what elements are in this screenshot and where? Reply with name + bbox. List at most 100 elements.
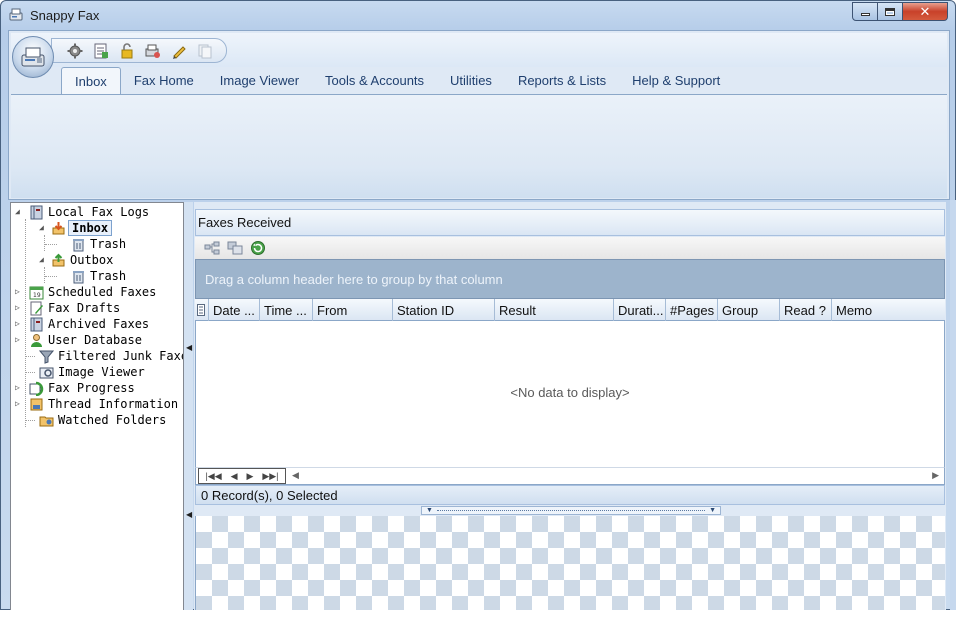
collapse-left-icon[interactable]: ◀ — [186, 510, 192, 519]
thread-icon — [29, 397, 44, 412]
tree-item-fax-progress[interactable]: ▷ Fax Progress — [15, 380, 135, 396]
chevron-down-icon: ▼ — [426, 507, 433, 514]
grid-body[interactable]: <No data to display> — [195, 321, 945, 467]
tree-item-label: Scheduled Faxes — [48, 285, 157, 299]
expand-arrow-icon[interactable]: ▷ — [15, 287, 20, 296]
next-icon[interactable]: ▶ — [246, 471, 253, 482]
maximize-button[interactable] — [878, 2, 903, 21]
refresh-icon[interactable] — [249, 240, 266, 256]
tree-item-outbox[interactable]: ◢ Outbox — [35, 252, 113, 268]
tree-view-icon[interactable] — [203, 240, 220, 256]
inbox-icon — [51, 221, 66, 236]
horizontal-splitter[interactable]: ▼ ▼ — [195, 505, 945, 516]
collapse-arrow-icon[interactable]: ◢ — [39, 223, 44, 232]
column-chooser-icon[interactable] — [195, 299, 209, 321]
column-date[interactable]: Date ... — [209, 299, 260, 321]
last-page-icon[interactable]: ▶▶| — [262, 471, 278, 482]
lock-icon[interactable] — [118, 42, 136, 60]
tree-item-label: Fax Drafts — [48, 301, 121, 315]
expand-arrow-icon[interactable]: ▷ — [15, 399, 20, 408]
splitter-grip[interactable]: ▼ ▼ — [421, 506, 721, 515]
tree-item-outbox-trash[interactable]: Trash — [45, 268, 127, 284]
tab-help-support[interactable]: Help & Support — [619, 67, 733, 94]
trash-icon — [71, 237, 86, 252]
tree-item-archived-faxes[interactable]: ▷ Archived Faxes — [15, 316, 149, 332]
windows-icon[interactable] — [226, 240, 243, 256]
app-window: Snappy Fax ✕ Inbox Fax Home Image Viewer… — [0, 0, 956, 611]
tree-item-label: User Database — [48, 333, 142, 347]
window-title: Snappy Fax — [30, 7, 100, 23]
window-edge — [950, 200, 956, 611]
application-menu-button[interactable] — [12, 36, 54, 78]
expand-arrow-icon[interactable]: ▷ — [15, 303, 20, 312]
image-preview-area[interactable] — [195, 516, 945, 611]
group-by-area[interactable]: Drag a column header here to group by th… — [195, 259, 945, 299]
progress-icon — [29, 381, 44, 396]
navigation-tree[interactable]: ◢ Local Fax Logs ◢ Inbox Trash ◢ Outbox … — [10, 202, 184, 611]
expand-arrow-icon[interactable]: ▷ — [15, 383, 20, 392]
desktop-background — [0, 610, 956, 633]
tree-item-fax-drafts[interactable]: ▷ Fax Drafts — [15, 300, 120, 316]
tree-item-user-database[interactable]: ▷ User Database — [15, 332, 142, 348]
trash-icon — [71, 269, 86, 284]
collapse-arrow-icon[interactable]: ◢ — [39, 255, 44, 264]
tab-inbox[interactable]: Inbox — [61, 67, 121, 94]
column-time[interactable]: Time ... — [260, 299, 313, 321]
tree-connector — [25, 372, 35, 373]
document-list-icon[interactable] — [92, 42, 110, 60]
column-from[interactable]: From — [313, 299, 393, 321]
gear-icon[interactable] — [66, 42, 84, 60]
expand-arrow-icon[interactable]: ▷ — [15, 335, 20, 344]
previous-icon[interactable]: ◀ — [231, 471, 238, 482]
tab-image-viewer[interactable]: Image Viewer — [207, 67, 312, 94]
grid-toolbar — [195, 237, 945, 259]
tree-item-thread-information[interactable]: ▷ Thread Information — [15, 396, 178, 412]
tree-connector — [25, 420, 35, 421]
tree-item-watched-folders[interactable]: Watched Folders — [15, 412, 166, 428]
pencil-icon[interactable] — [170, 42, 188, 60]
fax-settings-icon[interactable] — [144, 42, 162, 60]
tree-item-inbox-trash[interactable]: Trash — [45, 236, 126, 252]
first-page-icon[interactable]: |◀◀ — [205, 471, 221, 482]
quick-access-toolbar — [11, 33, 947, 67]
log-book-icon — [29, 205, 44, 220]
tree-item-label: Trash — [90, 269, 127, 283]
tree-connector — [44, 267, 45, 283]
column-result[interactable]: Result — [495, 299, 614, 321]
tab-fax-home[interactable]: Fax Home — [121, 67, 207, 94]
tab-tools-accounts[interactable]: Tools & Accounts — [312, 67, 437, 94]
tree-item-label: Image Viewer — [58, 365, 145, 379]
close-button[interactable]: ✕ — [903, 2, 948, 21]
tree-item-inbox[interactable]: ◢ Inbox — [35, 220, 113, 236]
expand-arrow-icon[interactable]: ▷ — [15, 319, 20, 328]
tree-item-filtered-junk-faxes[interactable]: Filtered Junk Faxes — [15, 348, 183, 364]
scroll-right-icon[interactable]: ▶ — [932, 470, 939, 481]
tab-utilities[interactable]: Utilities — [437, 67, 505, 94]
minimize-button[interactable] — [852, 2, 878, 21]
tab-reports-lists[interactable]: Reports & Lists — [505, 67, 619, 94]
tree-item-scheduled-faxes[interactable]: ▷ 19 Scheduled Faxes — [15, 284, 156, 300]
column-memo[interactable]: Memo — [832, 299, 945, 321]
tree-item-label: Watched Folders — [58, 413, 167, 427]
grip-dots — [436, 510, 706, 511]
column-pages[interactable]: #Pages — [666, 299, 718, 321]
folder-icon — [39, 413, 54, 428]
vertical-splitter[interactable]: ◀ ◀ — [184, 202, 193, 611]
no-data-message: <No data to display> — [510, 385, 630, 400]
record-status: 0 Record(s), 0 Selected — [195, 485, 945, 505]
column-group[interactable]: Group — [718, 299, 780, 321]
column-header-row: Date ... Time ... From Station ID Result… — [195, 299, 945, 321]
tree-connector — [45, 276, 57, 277]
tree-item-image-viewer[interactable]: Image Viewer — [15, 364, 145, 380]
tree-connector — [45, 244, 57, 245]
main-panel: Faxes Received Drag a column header here… — [194, 202, 946, 611]
scroll-left-icon[interactable]: ◀ — [292, 470, 299, 481]
tree-item-local-fax-logs[interactable]: ◢ Local Fax Logs — [15, 204, 149, 220]
column-station-id[interactable]: Station ID — [393, 299, 495, 321]
collapse-arrow-icon[interactable]: ◢ — [15, 207, 20, 216]
collapse-left-icon[interactable]: ◀ — [186, 343, 192, 352]
column-duration[interactable]: Durati... — [614, 299, 666, 321]
tree-item-label: Archived Faxes — [48, 317, 150, 331]
title-bar[interactable]: Snappy Fax ✕ — [1, 1, 955, 29]
column-read[interactable]: Read ? — [780, 299, 832, 321]
